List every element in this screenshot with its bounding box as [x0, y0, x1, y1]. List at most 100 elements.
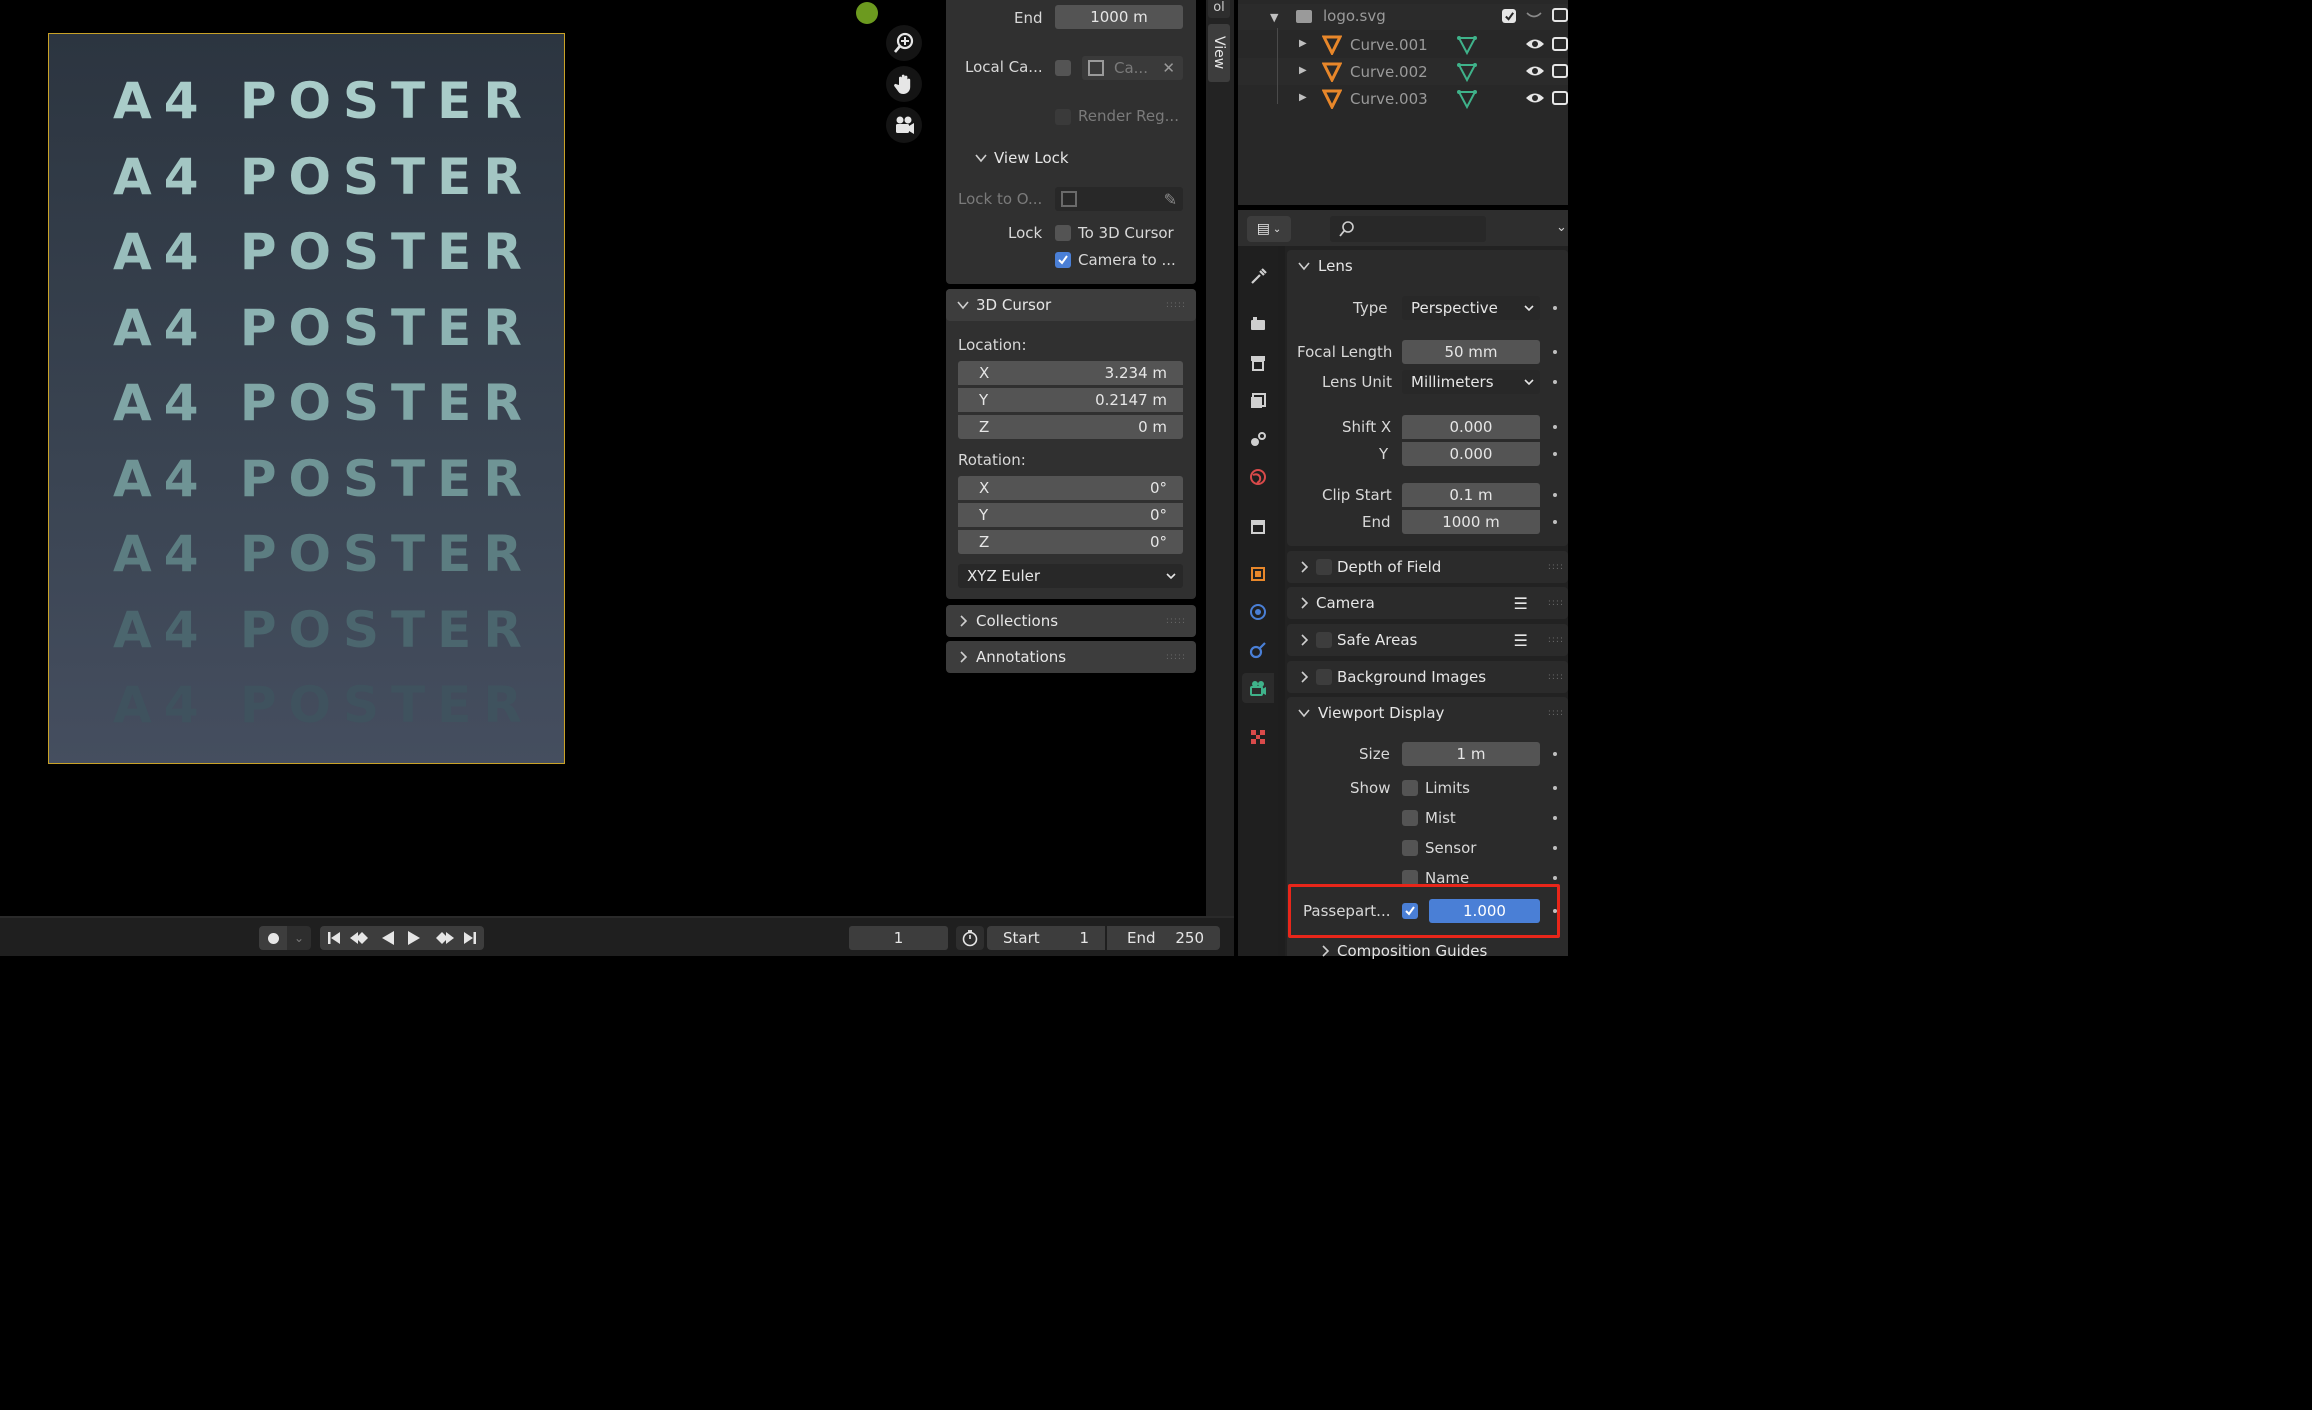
chevron-down-icon[interactable] — [974, 150, 988, 168]
background-images-checkbox[interactable] — [1316, 669, 1332, 685]
background-images-header[interactable]: Background Images :::: — [1287, 661, 1568, 693]
presets-list-icon[interactable]: ☰ — [1514, 594, 1528, 613]
pan-hand-icon[interactable] — [886, 66, 922, 102]
auto-keying-options[interactable]: ⌄ — [287, 926, 311, 950]
keyframe-dot[interactable] — [1553, 350, 1557, 354]
drag-handle-icon[interactable]: ::::: — [1166, 652, 1186, 662]
lock-to-3d-cursor-checkbox[interactable] — [1055, 225, 1071, 241]
drag-handle-icon[interactable]: ::::: — [1166, 616, 1186, 626]
safe-areas-header[interactable]: Safe Areas ☰ :::: — [1287, 624, 1568, 656]
options-chevron-icon[interactable]: ⌄ — [1556, 220, 1567, 235]
lens-unit-dropdown[interactable]: Millimeters — [1402, 370, 1540, 394]
drag-handle-icon[interactable]: ::::: — [1166, 300, 1186, 310]
shift-y-field[interactable]: 0.000 — [1402, 442, 1540, 466]
jump-to-start-icon[interactable] — [324, 927, 344, 953]
expand-triangle-icon[interactable]: ▶ — [1299, 92, 1307, 103]
clip-start-field[interactable]: 0.1 m — [1402, 483, 1540, 507]
cursor-rotation-z-field[interactable]: Z 0° — [958, 530, 1183, 554]
3d-viewport[interactable]: A4 POSTER A4 POSTER A4 POSTER A4 POSTER A4 P… — [0, 0, 1206, 916]
show-sensor-checkbox[interactable] — [1402, 840, 1418, 856]
depth-of-field-header[interactable]: Depth of Field :::: — [1287, 551, 1568, 583]
safe-areas-checkbox[interactable] — [1316, 632, 1332, 648]
record-button[interactable] — [259, 926, 287, 950]
object-icon[interactable] — [1242, 559, 1274, 589]
composition-guides-header[interactable]: Composition Guides — [1320, 942, 1487, 960]
expand-triangle-icon[interactable]: ▶ — [1299, 38, 1307, 49]
depth-of-field-checkbox[interactable] — [1316, 559, 1332, 575]
output-icon[interactable] — [1242, 348, 1274, 378]
outliner-row-root[interactable] — [1238, 4, 1568, 30]
close-icon[interactable]: ✕ — [1162, 59, 1175, 77]
cursor-location-z-field[interactable]: Z 0 m — [958, 415, 1183, 439]
eyedropper-icon[interactable]: ✎ — [1164, 190, 1177, 209]
expand-triangle-icon[interactable]: ▼ — [1270, 11, 1278, 24]
keyframe-dot[interactable] — [1553, 425, 1557, 429]
jump-to-keyframe-next-icon[interactable] — [430, 927, 456, 953]
render-camera-icon[interactable] — [1552, 64, 1568, 78]
editor-type-dropdown[interactable]: ▤ ⌄ — [1247, 216, 1291, 242]
curve-data-icon[interactable] — [1457, 35, 1477, 59]
local-camera-field[interactable]: Ca... ✕ — [1082, 56, 1183, 80]
play-reverse-icon[interactable] — [378, 927, 398, 953]
keyframe-dot[interactable] — [1553, 846, 1557, 850]
texture-icon[interactable] — [1242, 722, 1274, 752]
eye-icon[interactable] — [1525, 37, 1545, 55]
collections-header[interactable]: Collections ::::: — [946, 605, 1196, 637]
jump-to-end-icon[interactable] — [460, 927, 480, 953]
lock-to-object-field[interactable]: ✎ — [1055, 187, 1183, 211]
frame-end-field[interactable]: End 250 — [1107, 926, 1220, 950]
render-region-checkbox[interactable] — [1055, 109, 1071, 125]
eye-icon[interactable] — [1525, 91, 1545, 109]
scene-icon[interactable] — [1242, 424, 1274, 454]
annotations-header[interactable]: Annotations ::::: — [946, 641, 1196, 673]
navigation-gizmo-axis-dot[interactable] — [856, 2, 878, 24]
jump-to-keyframe-prev-icon[interactable] — [348, 927, 374, 953]
clip-end-prop-field[interactable]: 1000 m — [1402, 510, 1540, 534]
sidebar-tab-view[interactable]: View — [1208, 24, 1230, 82]
play-icon[interactable] — [404, 927, 424, 953]
camera-view-icon[interactable] — [886, 107, 922, 143]
constraints-icon[interactable] — [1242, 635, 1274, 665]
keyframe-dot[interactable] — [1553, 876, 1557, 880]
drag-handle-icon[interactable]: :::: — [1548, 562, 1564, 572]
drag-handle-icon[interactable]: :::: — [1548, 598, 1564, 608]
view-layer-icon[interactable] — [1242, 386, 1274, 416]
presets-list-icon[interactable]: ☰ — [1514, 631, 1528, 650]
expand-triangle-icon[interactable]: ▶ — [1299, 65, 1307, 76]
world-icon[interactable] — [1242, 462, 1274, 492]
render-camera-icon[interactable] — [1552, 8, 1568, 22]
cursor-rotation-y-field[interactable]: Y 0° — [958, 503, 1183, 527]
cursor-rotation-x-field[interactable]: X 0° — [958, 476, 1183, 500]
keyframe-dot[interactable] — [1553, 493, 1557, 497]
render-icon[interactable] — [1242, 309, 1274, 339]
render-camera-icon[interactable] — [1552, 37, 1568, 51]
exclude-checkbox[interactable] — [1502, 9, 1516, 23]
clip-end-field[interactable]: 1000 m — [1055, 5, 1183, 29]
physics-icon[interactable] — [1242, 597, 1274, 627]
cursor-location-y-field[interactable]: Y 0.2147 m — [958, 388, 1183, 412]
show-limits-checkbox[interactable] — [1402, 780, 1418, 796]
curve-data-icon[interactable] — [1457, 62, 1477, 86]
camera-data-icon[interactable] — [1242, 673, 1274, 703]
drag-handle-icon[interactable]: :::: — [1548, 672, 1564, 682]
lens-type-dropdown[interactable]: Perspective — [1402, 296, 1540, 320]
keyframe-dot[interactable] — [1553, 816, 1557, 820]
local-camera-checkbox[interactable] — [1055, 60, 1071, 76]
tool-icon[interactable] — [1242, 262, 1274, 292]
rotation-mode-dropdown[interactable]: XYZ Euler — [958, 564, 1183, 588]
view-lock-header[interactable]: View Lock — [994, 149, 1069, 167]
show-mist-checkbox[interactable] — [1402, 810, 1418, 826]
current-frame-field[interactable]: 1 — [849, 926, 948, 950]
use-preview-range-button[interactable] — [956, 926, 984, 950]
collection-icon[interactable] — [1242, 511, 1274, 541]
sidebar-tab-tool[interactable]: ol — [1208, 0, 1230, 18]
keyframe-dot[interactable] — [1553, 380, 1557, 384]
focal-length-field[interactable]: 50 mm — [1402, 340, 1540, 364]
display-size-field[interactable]: 1 m — [1402, 742, 1540, 766]
eye-icon[interactable] — [1525, 64, 1545, 82]
properties-search-input[interactable] — [1330, 216, 1486, 242]
keyframe-dot[interactable] — [1553, 786, 1557, 790]
shift-x-field[interactable]: 0.000 — [1402, 415, 1540, 439]
3d-cursor-header[interactable]: 3D Cursor ::::: — [946, 289, 1196, 321]
camera-settings-header[interactable]: Camera ☰ :::: — [1287, 587, 1568, 619]
